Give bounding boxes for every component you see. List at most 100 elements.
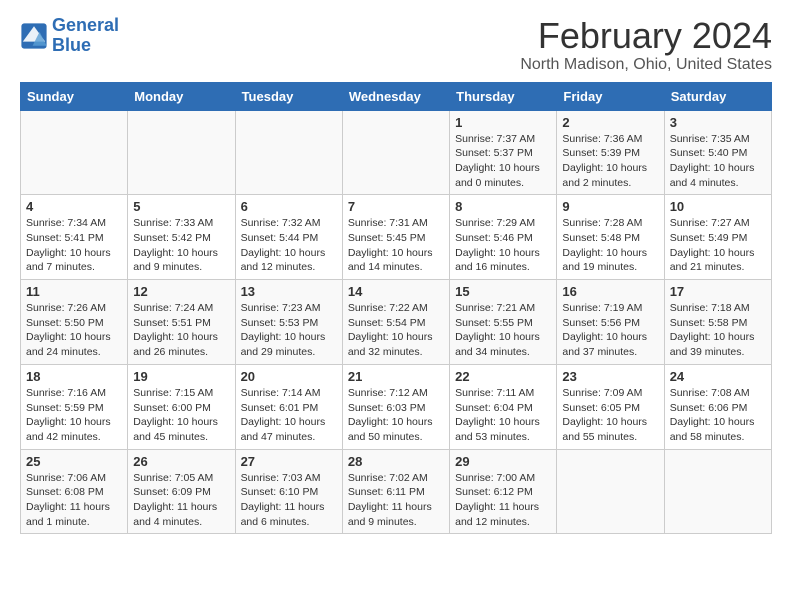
calendar-cell: 17Sunrise: 7:18 AM Sunset: 5:58 PM Dayli… xyxy=(664,280,771,365)
calendar-cell: 12 Sunrise: 7:24 AM Sunset: 5:51 PM Dayli… xyxy=(128,280,235,365)
day-info: Sunrise: 7:37 AM Sunset: 5:37 PM Dayligh… xyxy=(455,132,551,191)
calendar-cell: 9Sunrise: 7:28 AM Sunset: 5:48 PM Daylig… xyxy=(557,195,664,280)
day-number: 10 xyxy=(670,199,766,214)
calendar-cell: 15 Sunrise: 7:21 AM Sunset: 5:55 PM Dayli… xyxy=(450,280,557,365)
day-number: 14 xyxy=(348,284,444,299)
day-info: Sunrise: 7:00 AM Sunset: 6:12 PM Dayligh… xyxy=(455,471,551,530)
calendar-cell: 23 Sunrise: 7:09 AM Sunset: 6:05 PM Dayli… xyxy=(557,364,664,449)
calendar-cell: 6Sunrise: 7:32 AM Sunset: 5:44 PM Daylig… xyxy=(235,195,342,280)
calendar-cell: 25 Sunrise: 7:06 AM Sunset: 6:08 PM Dayli… xyxy=(21,449,128,534)
day-number: 7 xyxy=(348,199,444,214)
calendar-week-2: 4 Sunrise: 7:34 AM Sunset: 5:41 PM Daylig… xyxy=(21,195,772,280)
calendar-cell: 19 Sunrise: 7:15 AM Sunset: 6:00 PM Dayli… xyxy=(128,364,235,449)
page-header: General Blue February 2024 North Madison… xyxy=(20,16,772,74)
calendar-cell: 29 Sunrise: 7:00 AM Sunset: 6:12 PM Dayli… xyxy=(450,449,557,534)
day-number: 4 xyxy=(26,199,122,214)
calendar-cell: 1 Sunrise: 7:37 AM Sunset: 5:37 PM Daylig… xyxy=(450,110,557,195)
main-title: February 2024 xyxy=(520,16,772,56)
calendar-cell: 2Sunrise: 7:36 AM Sunset: 5:39 PM Daylig… xyxy=(557,110,664,195)
calendar-cell: 11Sunrise: 7:26 AM Sunset: 5:50 PM Dayli… xyxy=(21,280,128,365)
calendar-cell xyxy=(235,110,342,195)
day-info: Sunrise: 7:09 AM Sunset: 6:05 PM Dayligh… xyxy=(562,386,658,445)
day-info: Sunrise: 7:06 AM Sunset: 6:08 PM Dayligh… xyxy=(26,471,122,530)
day-info: Sunrise: 7:28 AM Sunset: 5:48 PM Dayligh… xyxy=(562,216,658,275)
day-number: 27 xyxy=(241,454,337,469)
day-number: 22 xyxy=(455,369,551,384)
calendar-cell: 26 Sunrise: 7:05 AM Sunset: 6:09 PM Dayli… xyxy=(128,449,235,534)
day-info: Sunrise: 7:15 AM Sunset: 6:00 PM Dayligh… xyxy=(133,386,229,445)
day-info: Sunrise: 7:26 AM Sunset: 5:50 PM Dayligh… xyxy=(26,301,122,360)
calendar-week-1: 1 Sunrise: 7:37 AM Sunset: 5:37 PM Daylig… xyxy=(21,110,772,195)
calendar-cell: 7Sunrise: 7:31 AM Sunset: 5:45 PM Daylig… xyxy=(342,195,449,280)
day-number: 5 xyxy=(133,199,229,214)
day-number: 6 xyxy=(241,199,337,214)
day-info: Sunrise: 7:14 AM Sunset: 6:01 PM Dayligh… xyxy=(241,386,337,445)
header-friday: Friday xyxy=(557,82,664,110)
calendar-cell: 4 Sunrise: 7:34 AM Sunset: 5:41 PM Daylig… xyxy=(21,195,128,280)
day-number: 16 xyxy=(562,284,658,299)
logo-line2: Blue xyxy=(52,35,91,55)
day-info: Sunrise: 7:08 AM Sunset: 6:06 PM Dayligh… xyxy=(670,386,766,445)
calendar-header-row: SundayMondayTuesdayWednesdayThursdayFrid… xyxy=(21,82,772,110)
calendar-cell: 3 Sunrise: 7:35 AM Sunset: 5:40 PM Daylig… xyxy=(664,110,771,195)
day-number: 17 xyxy=(670,284,766,299)
day-number: 19 xyxy=(133,369,229,384)
day-number: 23 xyxy=(562,369,658,384)
day-number: 20 xyxy=(241,369,337,384)
day-info: Sunrise: 7:02 AM Sunset: 6:11 PM Dayligh… xyxy=(348,471,444,530)
calendar-cell: 21Sunrise: 7:12 AM Sunset: 6:03 PM Dayli… xyxy=(342,364,449,449)
day-info: Sunrise: 7:11 AM Sunset: 6:04 PM Dayligh… xyxy=(455,386,551,445)
day-info: Sunrise: 7:33 AM Sunset: 5:42 PM Dayligh… xyxy=(133,216,229,275)
day-number: 3 xyxy=(670,115,766,130)
header-monday: Monday xyxy=(128,82,235,110)
calendar-cell: 14 Sunrise: 7:22 AM Sunset: 5:54 PM Dayli… xyxy=(342,280,449,365)
calendar-week-3: 11Sunrise: 7:26 AM Sunset: 5:50 PM Dayli… xyxy=(21,280,772,365)
calendar-week-5: 25 Sunrise: 7:06 AM Sunset: 6:08 PM Dayli… xyxy=(21,449,772,534)
calendar-cell: 16 Sunrise: 7:19 AM Sunset: 5:56 PM Dayli… xyxy=(557,280,664,365)
day-number: 18 xyxy=(26,369,122,384)
day-number: 8 xyxy=(455,199,551,214)
calendar-table: SundayMondayTuesdayWednesdayThursdayFrid… xyxy=(20,82,772,535)
calendar-cell xyxy=(557,449,664,534)
calendar-cell: 27 Sunrise: 7:03 AM Sunset: 6:10 PM Dayli… xyxy=(235,449,342,534)
title-area: February 2024 North Madison, Ohio, Unite… xyxy=(520,16,772,74)
day-info: Sunrise: 7:19 AM Sunset: 5:56 PM Dayligh… xyxy=(562,301,658,360)
day-number: 13 xyxy=(241,284,337,299)
calendar-cell: 10 Sunrise: 7:27 AM Sunset: 5:49 PM Dayli… xyxy=(664,195,771,280)
day-info: Sunrise: 7:03 AM Sunset: 6:10 PM Dayligh… xyxy=(241,471,337,530)
day-info: Sunrise: 7:23 AM Sunset: 5:53 PM Dayligh… xyxy=(241,301,337,360)
calendar-cell: 5 Sunrise: 7:33 AM Sunset: 5:42 PM Daylig… xyxy=(128,195,235,280)
day-info: Sunrise: 7:24 AM Sunset: 5:51 PM Dayligh… xyxy=(133,301,229,360)
day-info: Sunrise: 7:21 AM Sunset: 5:55 PM Dayligh… xyxy=(455,301,551,360)
day-number: 25 xyxy=(26,454,122,469)
day-number: 12 xyxy=(133,284,229,299)
calendar-cell xyxy=(21,110,128,195)
header-saturday: Saturday xyxy=(664,82,771,110)
day-info: Sunrise: 7:29 AM Sunset: 5:46 PM Dayligh… xyxy=(455,216,551,275)
day-info: Sunrise: 7:27 AM Sunset: 5:49 PM Dayligh… xyxy=(670,216,766,275)
subtitle: North Madison, Ohio, United States xyxy=(520,56,772,74)
header-tuesday: Tuesday xyxy=(235,82,342,110)
day-info: Sunrise: 7:34 AM Sunset: 5:41 PM Dayligh… xyxy=(26,216,122,275)
day-number: 29 xyxy=(455,454,551,469)
day-info: Sunrise: 7:35 AM Sunset: 5:40 PM Dayligh… xyxy=(670,132,766,191)
calendar-cell xyxy=(128,110,235,195)
calendar-cell: 8 Sunrise: 7:29 AM Sunset: 5:46 PM Daylig… xyxy=(450,195,557,280)
day-info: Sunrise: 7:05 AM Sunset: 6:09 PM Dayligh… xyxy=(133,471,229,530)
day-info: Sunrise: 7:36 AM Sunset: 5:39 PM Dayligh… xyxy=(562,132,658,191)
day-info: Sunrise: 7:12 AM Sunset: 6:03 PM Dayligh… xyxy=(348,386,444,445)
day-info: Sunrise: 7:22 AM Sunset: 5:54 PM Dayligh… xyxy=(348,301,444,360)
day-number: 24 xyxy=(670,369,766,384)
day-number: 26 xyxy=(133,454,229,469)
logo: General Blue xyxy=(20,16,119,56)
logo-line1: General xyxy=(52,15,119,35)
logo-icon xyxy=(20,22,48,50)
calendar-cell xyxy=(664,449,771,534)
calendar-cell: 24 Sunrise: 7:08 AM Sunset: 6:06 PM Dayli… xyxy=(664,364,771,449)
header-thursday: Thursday xyxy=(450,82,557,110)
calendar-cell xyxy=(342,110,449,195)
calendar-cell: 28Sunrise: 7:02 AM Sunset: 6:11 PM Dayli… xyxy=(342,449,449,534)
day-number: 15 xyxy=(455,284,551,299)
calendar-cell: 22 Sunrise: 7:11 AM Sunset: 6:04 PM Dayli… xyxy=(450,364,557,449)
day-number: 1 xyxy=(455,115,551,130)
